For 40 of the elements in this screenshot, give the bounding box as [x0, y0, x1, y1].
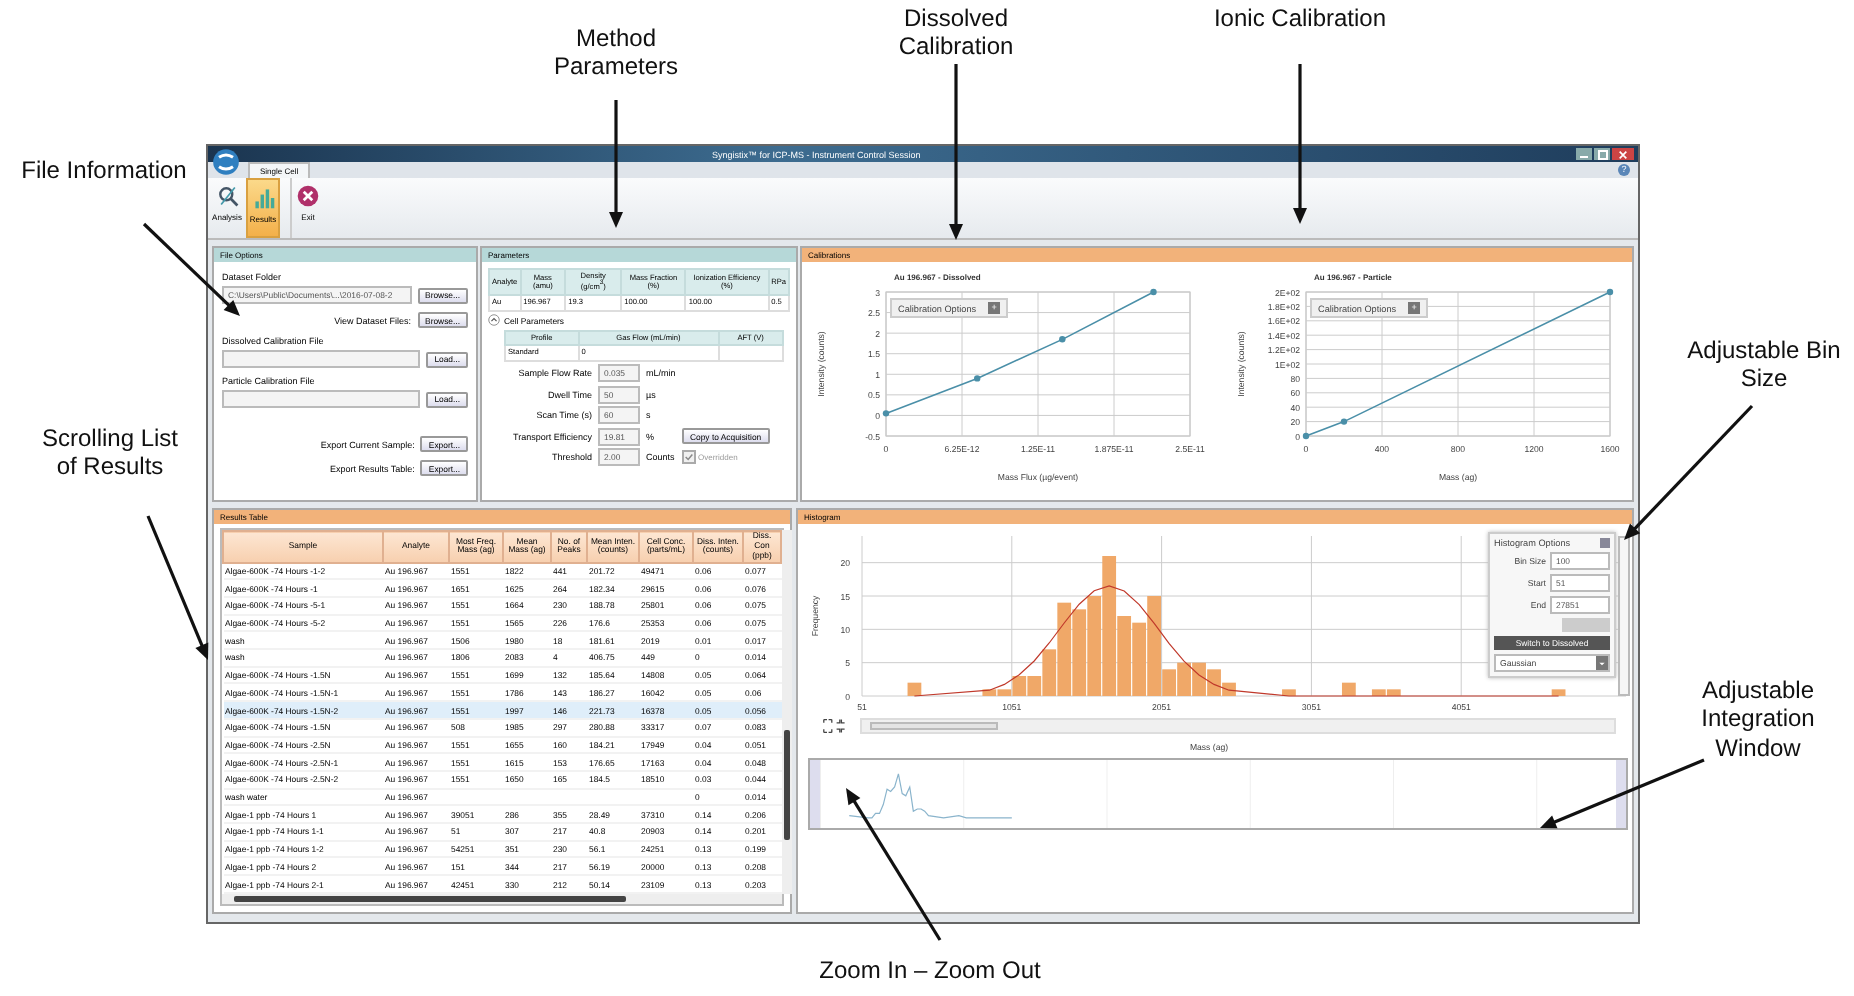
callout-label: Ionic Calibration [1211, 4, 1389, 33]
data-point [1059, 336, 1066, 343]
zoom-in-out-icon[interactable] [822, 718, 848, 734]
left-handle[interactable] [810, 760, 820, 828]
histogram-bar [907, 682, 922, 696]
vertical-scrollbar[interactable] [1618, 536, 1630, 696]
input-field[interactable] [222, 390, 421, 408]
histogram-bar [1551, 689, 1566, 696]
logo-icon [212, 148, 240, 176]
magnifier-icon [215, 184, 239, 208]
callout-label: Zoom In – Zoom Out [817, 956, 1043, 985]
data-point [1302, 432, 1310, 440]
histogram-bar [1282, 689, 1296, 696]
maximize-icon[interactable] [1594, 148, 1610, 160]
horizontal-scrollbar[interactable] [222, 894, 782, 904]
callout-label: Method Parameters [551, 24, 681, 82]
callout-arrow [609, 100, 623, 228]
data-point [1150, 288, 1157, 296]
callout-arrow [1624, 404, 1754, 540]
close-circle-icon [296, 184, 320, 208]
dropdown-arrow-icon [1598, 659, 1606, 667]
checkbox[interactable] [682, 450, 696, 465]
callout-label: Scrolling List of Results [39, 424, 181, 482]
data-point [1340, 418, 1348, 425]
horizontal-scrollbar[interactable] [860, 718, 1616, 734]
callout-label: File Information [20, 156, 188, 185]
close-icon[interactable] [1612, 148, 1634, 160]
collapse-icon[interactable] [488, 314, 500, 327]
data-point [1606, 288, 1614, 296]
callout-label: Adjustable Integration Window [1699, 676, 1817, 763]
minimize-icon[interactable] [1576, 148, 1592, 160]
callout-label: Dissolved Calibration [896, 4, 1016, 62]
right-handle[interactable] [1616, 760, 1626, 828]
data-point [882, 410, 890, 417]
bar-chart-icon [251, 186, 275, 210]
callout-label: Adjustable Bin Size [1685, 336, 1843, 394]
data-point [974, 375, 981, 382]
histogram-bar [1341, 682, 1356, 696]
input-field[interactable] [222, 350, 421, 368]
vertical-scrollbar[interactable] [782, 530, 792, 894]
